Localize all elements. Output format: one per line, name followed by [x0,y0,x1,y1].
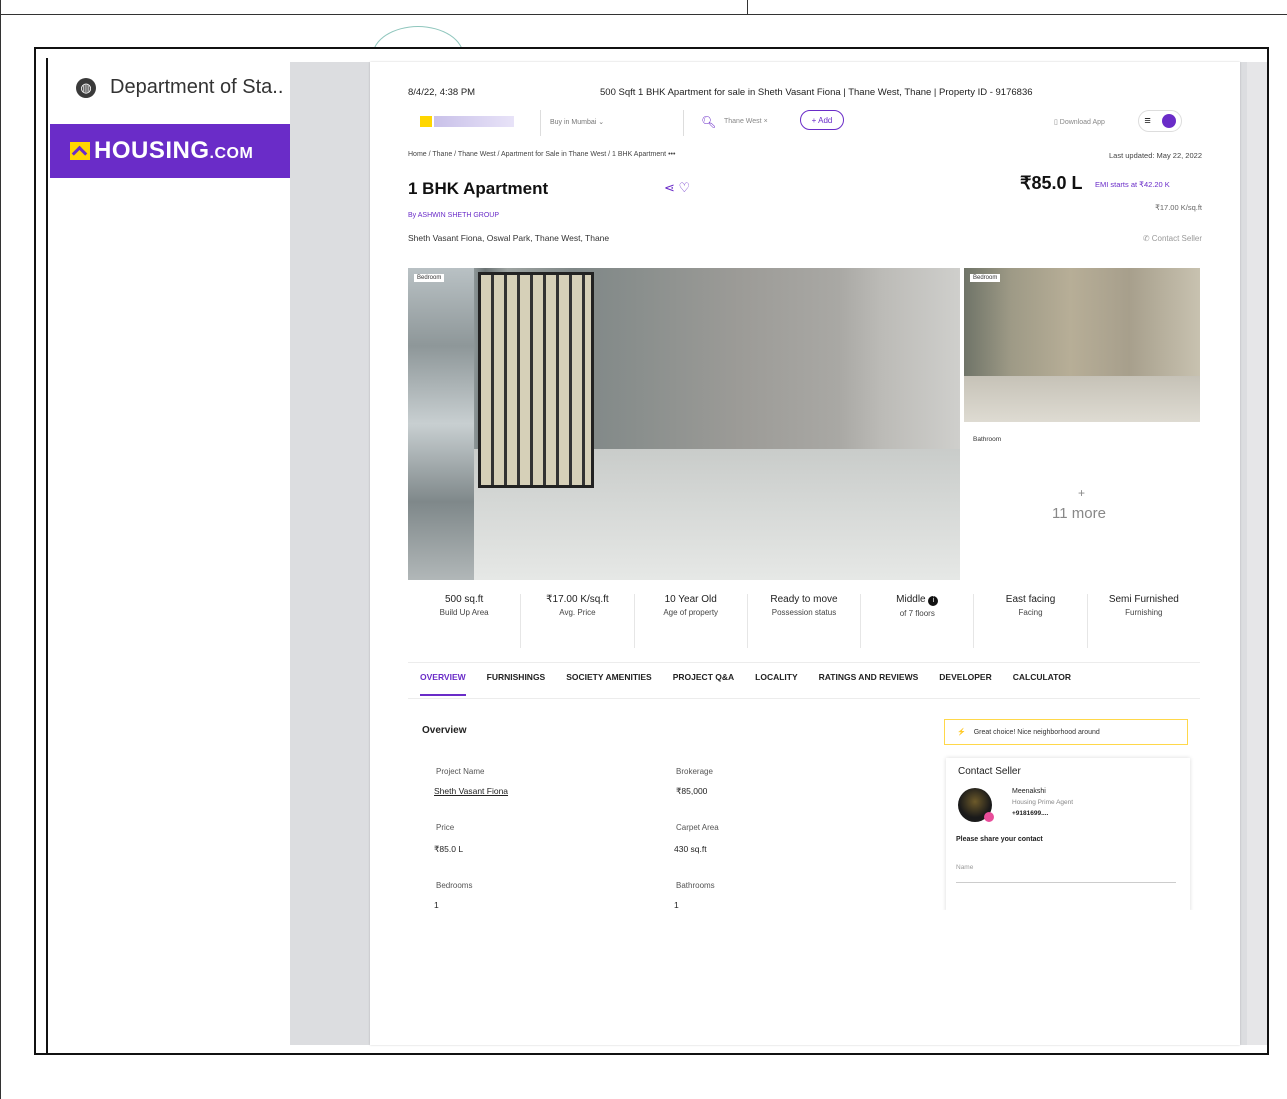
tab-society-amenities[interactable]: SOCIETY AMENITIES [566,672,652,696]
lightning-icon: ⚡ [957,729,966,736]
search-icon[interactable]: 🔍︎ [701,115,716,129]
more-photos-button[interactable]: 11 more [1052,505,1106,522]
nav-separator [683,110,684,136]
field-value: ₹85,000 [676,786,708,796]
tab-calculator[interactable]: CALCULATOR [1013,672,1071,696]
field-label: Brokerage [676,767,713,776]
field-label: Bathrooms [676,881,715,890]
contact-seller-title: Contact Seller [958,766,1021,777]
hamburger-icon: ≡ [1144,115,1151,127]
housing-logo-bar[interactable]: HOUSING.COM [50,124,290,178]
globe-icon: ◍ [76,77,96,98]
tab-ratings-reviews[interactable]: RATINGS AND REVIEWS [819,672,919,696]
field-label: Bedrooms [436,881,473,890]
seller-phone: +9181699.... [1012,810,1049,817]
field-value: ₹85.0 L [434,844,464,854]
overview-title: Overview [422,725,467,736]
stat-item: Semi Furnished Furnishing [1108,594,1179,617]
bathroom-label: Bathroom [973,436,1002,443]
sidebar: ◍ Department of Sta.. HOUSING.COM [50,62,290,1042]
phone-icon: ✆ [1142,234,1150,243]
contact-seller-link[interactable]: ✆ Contact Seller [1143,234,1202,243]
stat-item: 500 sq.ft Build Up Area [408,594,522,648]
name-field[interactable]: Name [956,864,1176,883]
department-tab[interactable]: ◍ Department of Sta.. [76,76,283,99]
property-address: Sheth Vasant Fiona, Oswal Park, Thane We… [408,233,610,243]
divider [408,662,1200,663]
share-icon[interactable]: ⋖ [664,180,675,195]
print-date: 8/4/22, 4:38 PM [408,87,476,98]
photo-tag: Bedroom [414,274,445,282]
tab-locality[interactable]: LOCALITY [755,672,798,696]
field-value: 1 [434,900,439,910]
seller-name: Meenakshi [1012,788,1046,795]
property-stats: 500 sq.ft Build Up Area ₹17.00 K/sq.ft Avg… [408,594,1200,648]
breadcrumb[interactable]: Home / Thane / Thane West / Apartment fo… [408,151,675,158]
tab-overview[interactable]: OVERVIEW [420,672,466,696]
photo-tag: Bedroom [970,274,1001,282]
top-border [0,0,1287,15]
field-label: Project Name [436,767,485,776]
photo-window [478,272,594,488]
housing-logo-text: HOUSING.COM [94,137,254,164]
housing-logo-icon [70,142,90,160]
download-app-link[interactable]: ▯ Download App [1054,118,1105,126]
share-contact-label: Please share your contact [956,836,1043,843]
menu-button[interactable]: ≡ [1138,110,1182,132]
stat-item: Ready to move Possession status [748,594,862,648]
photo-floor [964,375,1200,422]
stat-item: ₹17.00 K/sq.ft Avg. Price [521,594,635,648]
tab-developer[interactable]: DEVELOPER [939,672,991,696]
frame-inner-line [46,58,48,1054]
printed-page: 8/4/22, 4:38 PM 500 Sqft 1 BHK Apartment… [370,62,1240,1045]
nav-separator [540,110,541,136]
section-tabs: OVERVIEW FURNISHINGS SOCIETY AMENITIES P… [420,672,1200,696]
info-icon[interactable]: i [928,596,939,606]
stat-item: Middle i of 7 floors [861,594,975,648]
left-border [0,0,1,1099]
last-updated: Last updated: May 22, 2022 [1109,151,1202,160]
field-label: Carpet Area [676,823,719,832]
main-property-photo[interactable]: Bedroom [408,268,960,580]
emi-link[interactable]: EMI starts at ₹42.20 K [1095,180,1170,189]
tab-project-qa[interactable]: PROJECT Q&A [673,672,734,696]
field-value: 430 sq.ft [674,844,707,854]
prime-badge-icon [984,812,994,822]
property-price: ₹85.0 L [1020,173,1083,193]
more-photos-plus[interactable]: + [1078,486,1085,500]
field-value: 1 [674,900,679,910]
share-favorite-icons[interactable]: ⋖ ♡ [664,180,690,196]
heart-icon[interactable]: ♡ [679,180,691,195]
top-divider [747,0,748,14]
search-chip[interactable]: Thane West × [724,118,768,125]
site-navbar: Buy in Mumbai ⌄ 🔍︎ Thane West × + Add ▯ … [408,108,1208,136]
stat-item: East facing Facing [974,594,1088,648]
print-title: 500 Sqft 1 BHK Apartment for sale in She… [600,87,1033,98]
property-title: 1 BHK Apartment [408,179,549,198]
page-bottom-blank [370,910,1240,1045]
developer-link[interactable]: ASHWIN SHETH GROUP [418,212,499,219]
buy-dropdown[interactable]: Buy in Mumbai ⌄ [550,118,604,126]
developer-line: By ASHWIN SHETH GROUP [408,212,500,219]
side-property-photo[interactable]: Bedroom [964,268,1200,422]
site-logo-text [434,116,514,127]
great-choice-banner: ⚡ Great choice! Nice neighborhood around [944,719,1188,745]
department-label: Department of Sta.. [110,76,284,98]
viewer-scrollbar[interactable] [1247,62,1267,1045]
site-logo-icon[interactable] [420,116,432,127]
blurred-strip [408,268,474,580]
tab-furnishings[interactable]: FURNISHINGS [487,672,546,696]
field-label: Price [436,823,455,832]
stat-item: 10 Year Old Age of property [635,594,748,648]
price-per-sqft: ₹17.00 K/sq.ft [1155,203,1202,212]
divider [408,698,1200,699]
seller-agent-type: Housing Prime Agent [1012,799,1074,806]
contact-seller-card: Contact Seller Meenakshi Housing Prime A… [946,758,1190,912]
add-location-button[interactable]: + Add [800,110,844,130]
user-avatar-icon [1161,114,1176,128]
project-name-link[interactable]: Sheth Vasant Fiona [434,786,508,796]
